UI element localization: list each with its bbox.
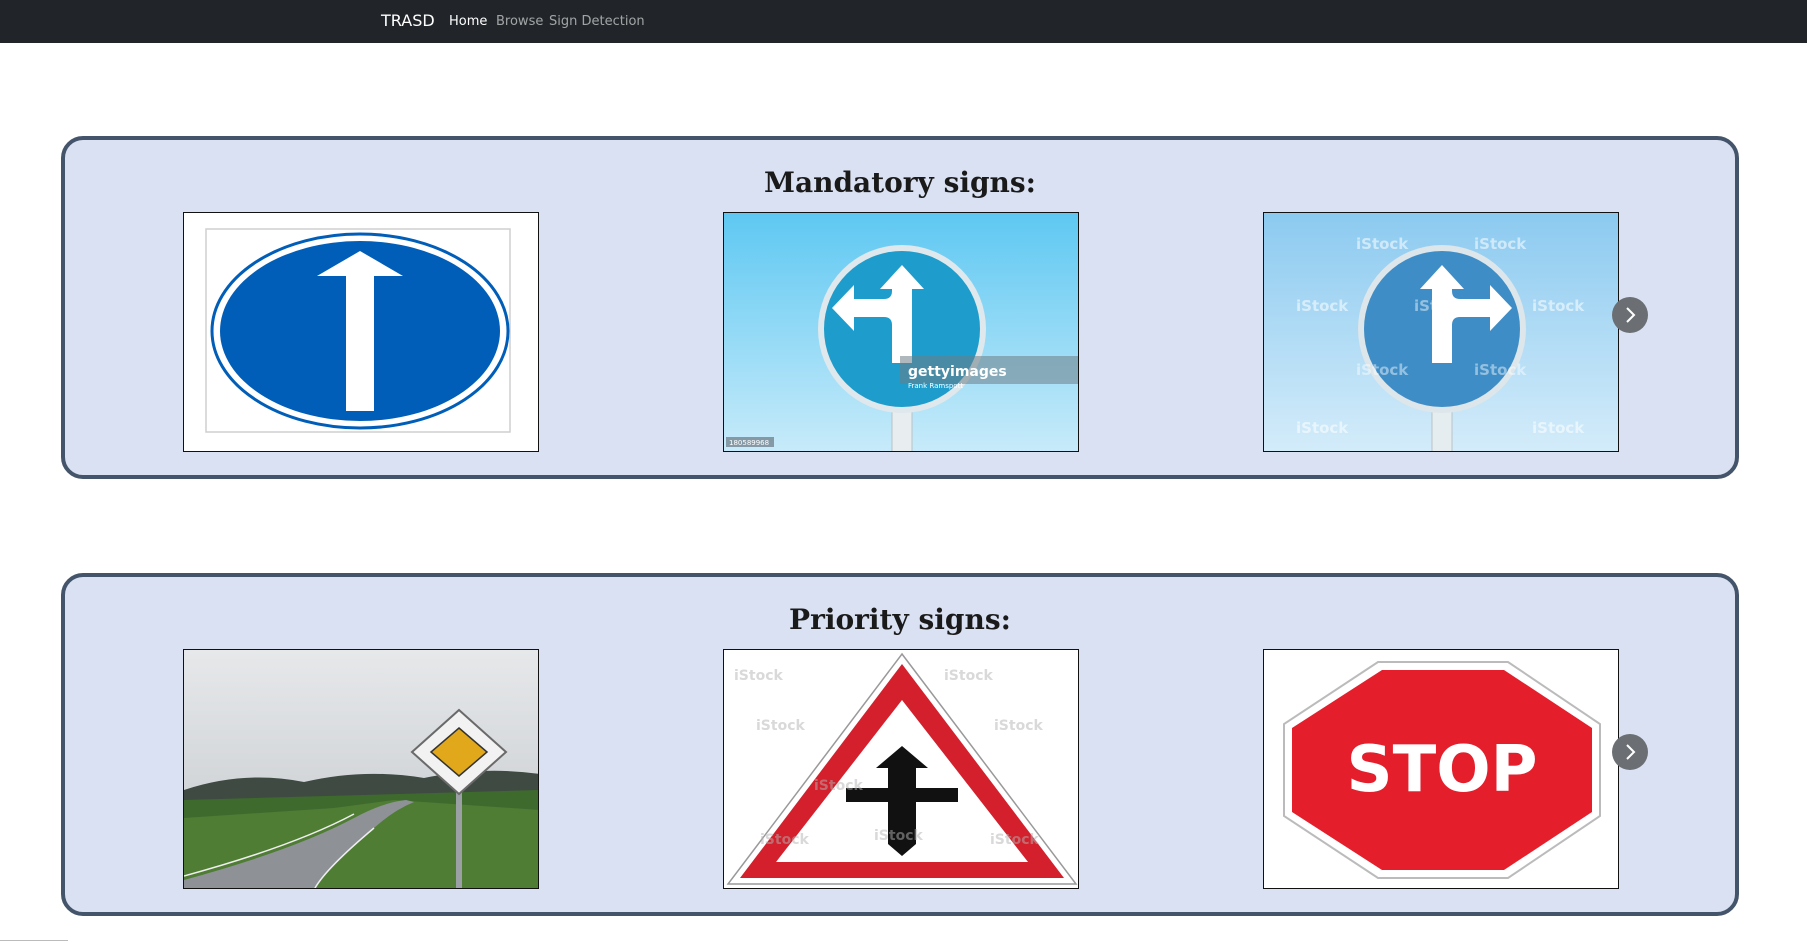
stop-text: STOP xyxy=(1346,733,1537,807)
nav-browse[interactable]: Browse xyxy=(496,14,543,29)
chevron-right-icon xyxy=(1626,307,1636,323)
section-title: Mandatory signs: xyxy=(763,166,1037,199)
priority-road-sign-icon xyxy=(184,650,538,888)
watermark-text: iStock xyxy=(1414,297,1467,315)
watermark-text: iStock xyxy=(734,668,783,684)
watermark-text: iStock xyxy=(1474,235,1527,253)
crossroads-priority-sign-icon: iStock iStock iStock iStock iStock iStoc… xyxy=(724,650,1078,888)
mandatory-signs-panel: Mandatory signs: gettyimages Frank Ramsp… xyxy=(61,136,1739,479)
nav-sign-detection[interactable]: Sign Detection xyxy=(549,14,645,29)
carousel-next-button[interactable] xyxy=(1612,297,1648,333)
divider xyxy=(0,940,68,941)
top-navbar: TRASD Home Browse Sign Detection xyxy=(0,0,1807,43)
watermark-text: iStock xyxy=(994,718,1043,734)
watermark-text: iStock xyxy=(1532,419,1585,437)
watermark-text: iStock xyxy=(944,668,993,684)
sign-image-card[interactable] xyxy=(183,212,539,452)
sign-image-card[interactable]: iStock iStock iStock iStock iStock iStoc… xyxy=(723,649,1079,889)
watermark-text: iStock xyxy=(814,778,863,794)
watermark-text: iStock xyxy=(874,828,923,844)
credit-text: Frank Ramspott xyxy=(908,382,963,390)
sign-image-card[interactable]: STOP xyxy=(1263,649,1619,889)
watermark-text: iStock xyxy=(1474,361,1527,379)
stop-sign-icon: STOP xyxy=(1264,650,1618,888)
ahead-or-right-sign-icon: iStock iStock iStock iStock iStock iStoc… xyxy=(1264,213,1618,451)
sign-image-card[interactable] xyxy=(183,649,539,889)
watermark-text: iStock xyxy=(760,832,809,848)
brand-logo[interactable]: TRASD xyxy=(381,11,435,30)
watermark-text: iStock xyxy=(1356,361,1409,379)
watermark-text: iStock xyxy=(1532,297,1585,315)
section-title: Priority signs: xyxy=(789,603,1011,636)
watermark-text: iStock xyxy=(1356,235,1409,253)
image-code-text: 180589968 xyxy=(729,439,769,447)
carousel-next-button[interactable] xyxy=(1612,734,1648,770)
watermark-text: iStock xyxy=(1296,297,1349,315)
priority-signs-panel: Priority signs: iStock iStock iStock iSt… xyxy=(61,573,1739,916)
ahead-only-sign-icon xyxy=(184,213,538,451)
watermark-text: iStock xyxy=(756,718,805,734)
watermark-text: gettyimages xyxy=(908,364,1007,380)
sign-image-card[interactable]: gettyimages Frank Ramspott 180589968 xyxy=(723,212,1079,452)
ahead-or-left-sign-icon: gettyimages Frank Ramspott 180589968 xyxy=(724,213,1078,451)
sign-image-card[interactable]: iStock iStock iStock iStock iStock iStoc… xyxy=(1263,212,1619,452)
chevron-right-icon xyxy=(1626,744,1636,760)
nav-home[interactable]: Home xyxy=(449,14,487,29)
watermark-text: iStock xyxy=(1296,419,1349,437)
watermark-text: iStock xyxy=(990,832,1039,848)
